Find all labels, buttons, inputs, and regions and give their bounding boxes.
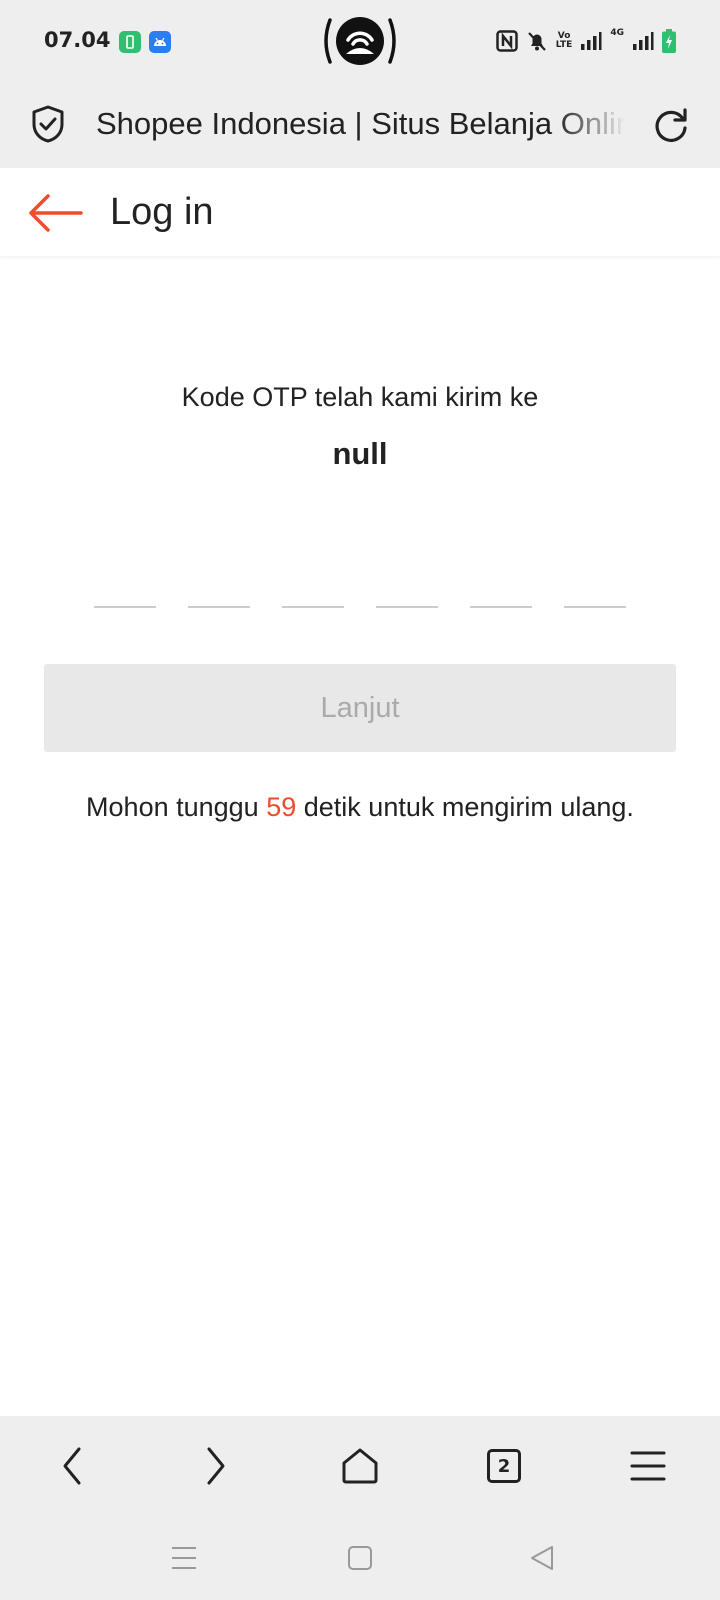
security-shield-icon[interactable] (30, 104, 66, 144)
resend-seconds: 59 (266, 792, 297, 822)
square-home-icon (348, 1546, 372, 1570)
battery-charging-icon (662, 29, 676, 53)
system-back-button[interactable] (522, 1540, 562, 1576)
otp-sent-message: Kode OTP telah kami kirim ke (181, 382, 539, 412)
resend-suffix: detik untuk mengirim ulang. (303, 792, 634, 822)
nfc-icon (496, 30, 518, 52)
browser-toolbar: 2 (0, 1416, 720, 1516)
system-navigation-bar (0, 1516, 720, 1600)
browser-home-button[interactable] (334, 1440, 386, 1492)
network-type-label: 4G (610, 28, 624, 38)
page-title[interactable]: Shopee Indonesia | Situs Belanja Online (96, 104, 626, 144)
signal-strength-icon-1 (581, 32, 602, 50)
triangle-back-icon (531, 1546, 553, 1570)
battery-saver-notification-icon (119, 31, 141, 53)
browser-tabs-button[interactable]: 2 (478, 1440, 530, 1492)
otp-input-group (0, 560, 720, 610)
otp-digit-input-2[interactable] (188, 560, 250, 608)
hotspot-icon (324, 17, 396, 65)
resend-countdown-message: Mohon tunggu 59 detik untuk mengirim ula… (0, 792, 720, 823)
signal-strength-icon-2 (633, 32, 654, 50)
app-header: Log in (0, 168, 720, 256)
recent-apps-button[interactable] (164, 1540, 204, 1576)
browser-url-bar[interactable]: Shopee Indonesia | Situs Belanja Online (0, 82, 720, 168)
browser-menu-button[interactable] (622, 1440, 674, 1492)
continue-button[interactable]: Lanjut (44, 664, 676, 752)
reload-icon[interactable] (652, 106, 690, 144)
browser-forward-button[interactable] (190, 1440, 242, 1492)
status-icons: Vo LTE 4G (496, 28, 676, 54)
header-title: Log in (110, 191, 214, 233)
resend-prefix: Mohon tunggu (86, 792, 259, 822)
tabs-count: 2 (487, 1449, 521, 1483)
volte-icon: Vo LTE (556, 32, 573, 50)
otp-digit-input-3[interactable] (282, 560, 344, 608)
back-arrow-icon[interactable] (26, 192, 84, 234)
recent-apps-icon (172, 1547, 196, 1569)
otp-digit-input-6[interactable] (564, 560, 626, 608)
android-notification-icon (149, 31, 171, 53)
home-icon (342, 1448, 378, 1484)
status-time: 07.04 (44, 28, 111, 52)
browser-back-button[interactable] (46, 1440, 98, 1492)
volte-label-bottom: LTE (555, 40, 573, 50)
bell-muted-icon (527, 32, 546, 51)
otp-digit-input-4[interactable] (376, 560, 438, 608)
otp-digit-input-5[interactable] (470, 560, 532, 608)
chevron-right-icon (207, 1447, 225, 1485)
system-home-button[interactable] (340, 1540, 380, 1576)
chevron-left-icon (63, 1447, 81, 1485)
otp-digit-input-1[interactable] (94, 560, 156, 608)
page-title-fade (556, 104, 626, 144)
status-bar: 07.04 Vo LTE 4G (0, 0, 720, 82)
menu-icon (630, 1451, 666, 1481)
otp-recipient: null (332, 436, 388, 471)
